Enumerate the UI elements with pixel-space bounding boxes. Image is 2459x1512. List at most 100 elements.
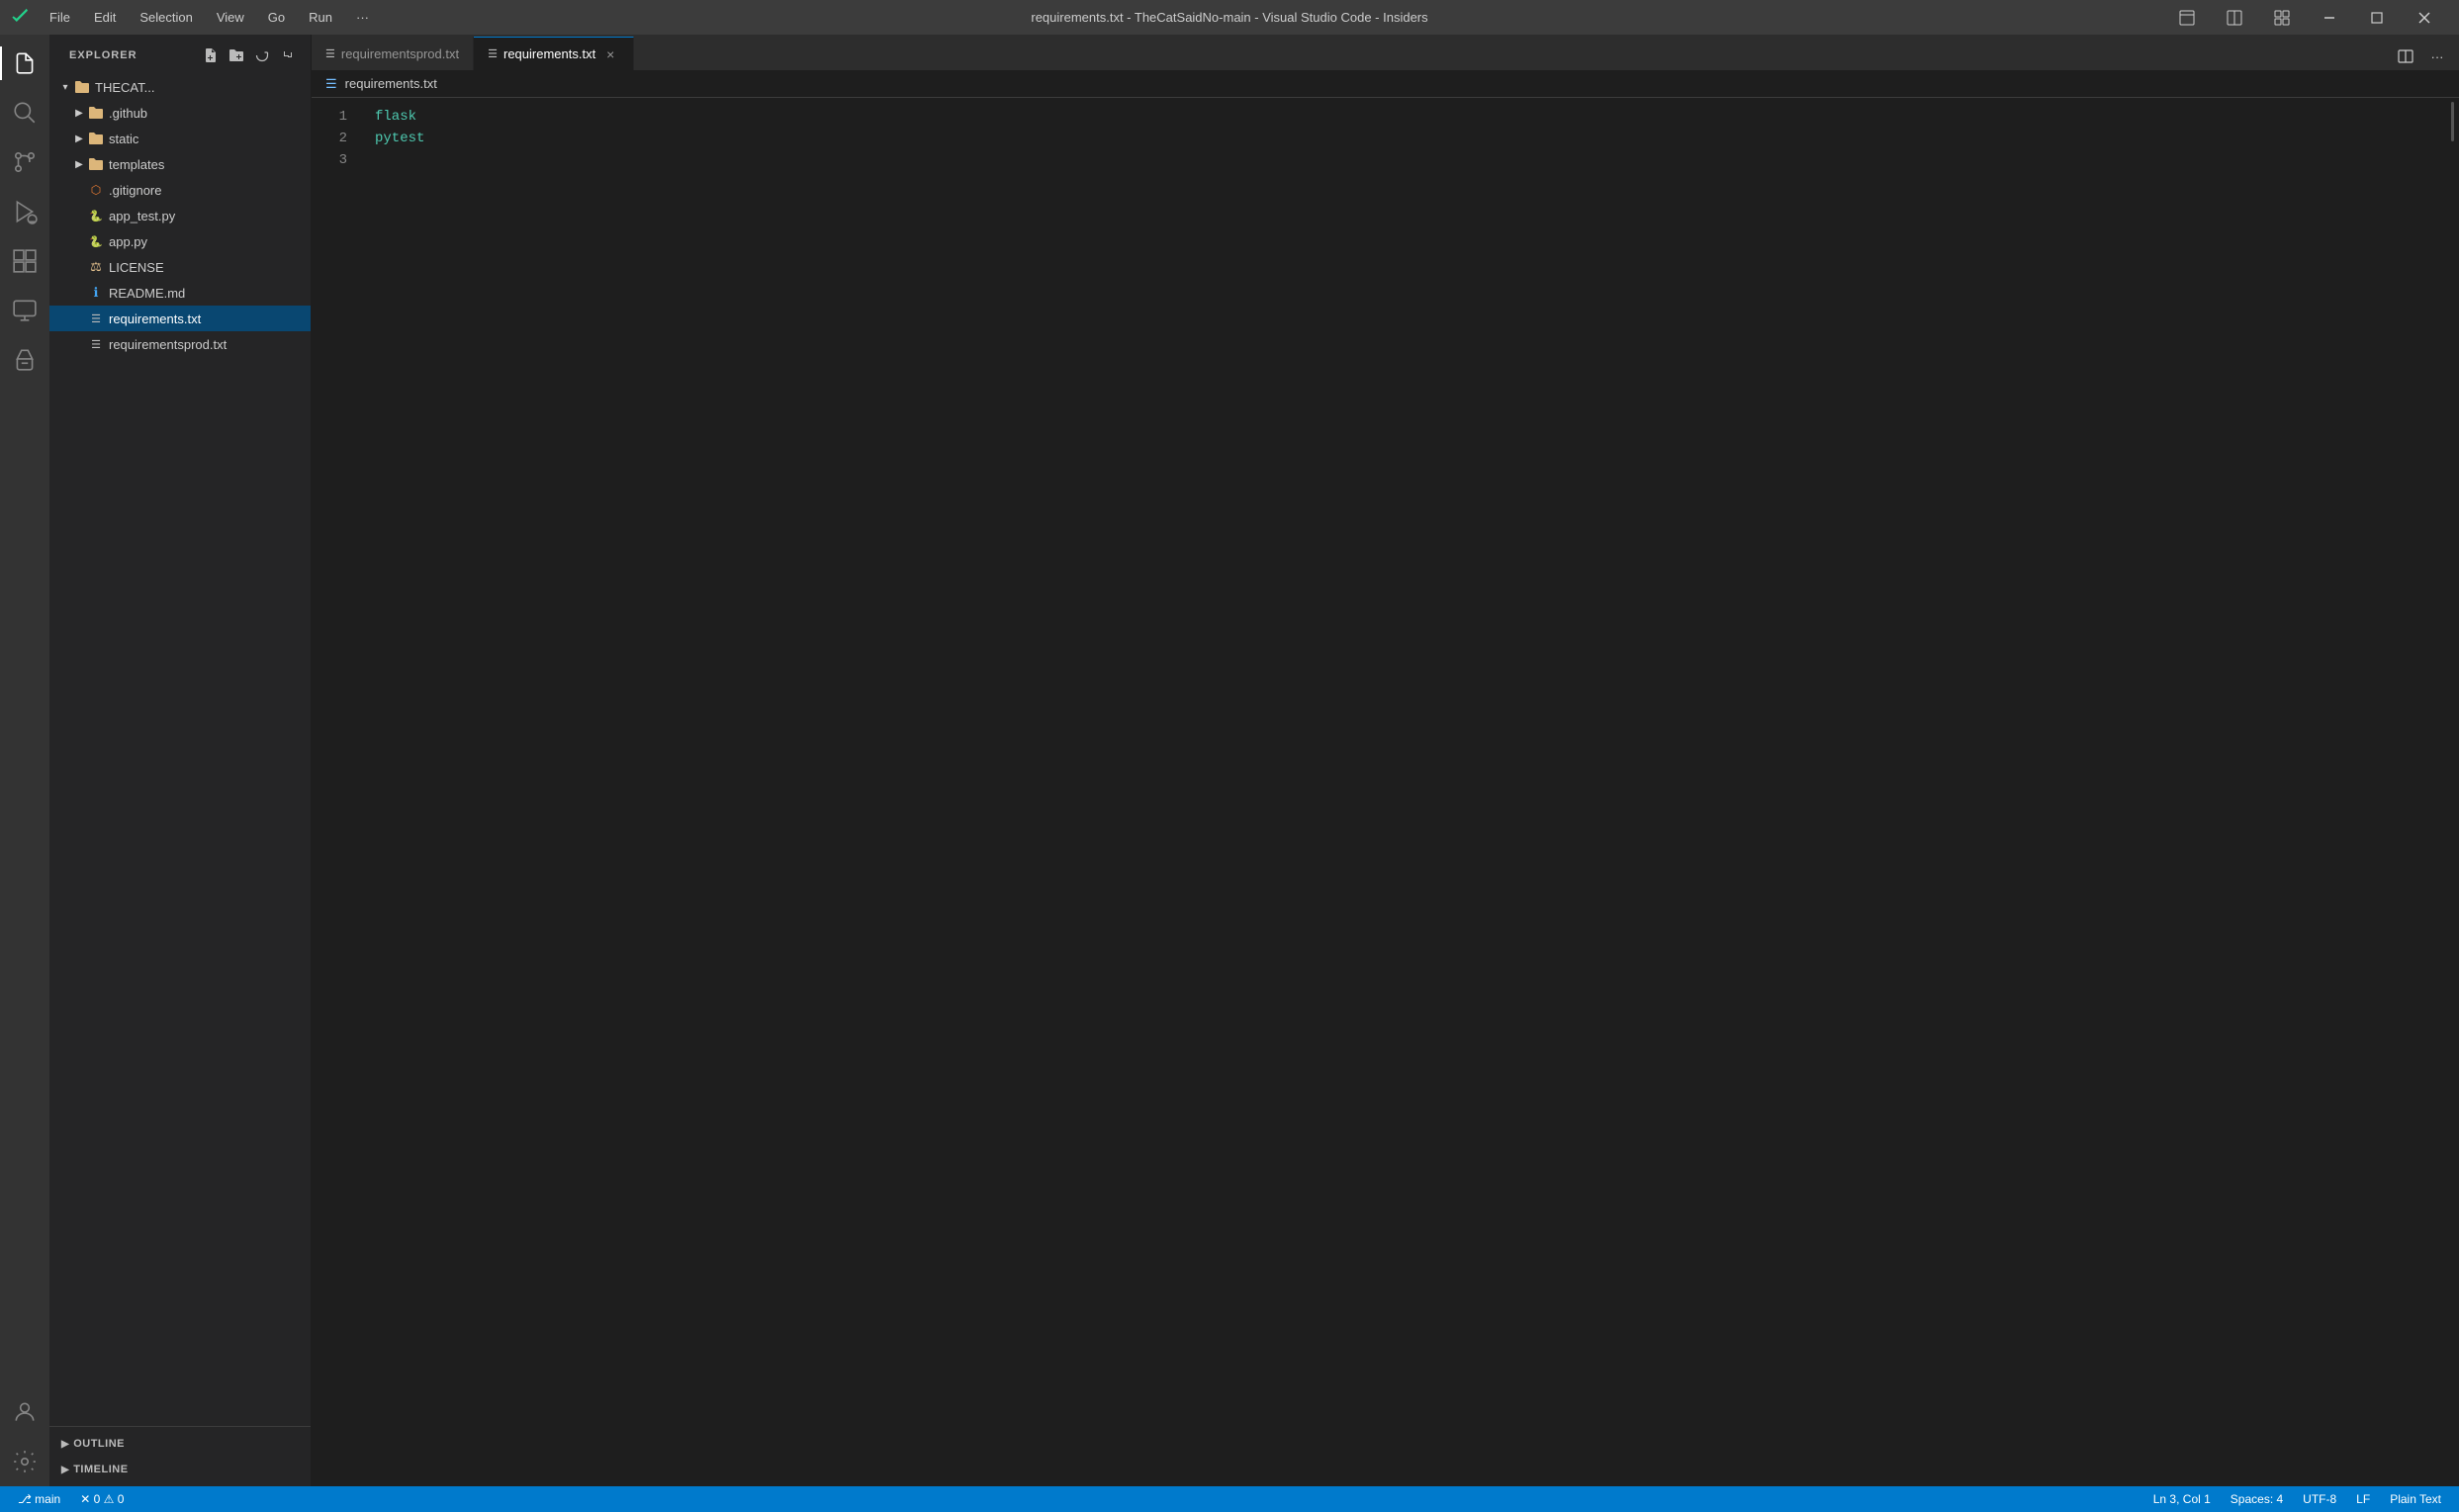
menu-view[interactable]: View xyxy=(207,6,254,29)
tab-requirementsprod-icon: ☰ xyxy=(325,47,335,60)
status-line-col[interactable]: Ln 3, Col 1 xyxy=(2147,1492,2217,1506)
refresh-button[interactable] xyxy=(251,44,273,66)
github-label: .github xyxy=(109,106,311,121)
more-actions-button[interactable]: ··· xyxy=(2423,43,2451,70)
menu-edit[interactable]: Edit xyxy=(84,6,126,29)
tab-requirements-icon: ☰ xyxy=(488,47,498,60)
code-line-3 xyxy=(375,149,2445,171)
menu-go[interactable]: Go xyxy=(258,6,295,29)
activity-run[interactable] xyxy=(0,187,49,236)
tab-close-button[interactable]: × xyxy=(601,45,619,63)
warning-icon: ⚠ xyxy=(104,1492,118,1506)
window-controls xyxy=(2164,0,2447,35)
app-test-icon: 🐍 xyxy=(87,207,105,224)
outline-section[interactable]: ▶ OUTLINE xyxy=(49,1431,311,1457)
timeline-section[interactable]: ▶ TIMELINE xyxy=(49,1457,311,1482)
status-spaces[interactable]: Spaces: 4 xyxy=(2225,1492,2289,1506)
tab-requirementsprod-label: requirementsprod.txt xyxy=(341,46,459,61)
readme-label: README.md xyxy=(109,286,311,301)
code-line-1: flask xyxy=(375,106,2445,128)
status-eol[interactable]: LF xyxy=(2350,1492,2376,1506)
status-language[interactable]: Plain Text xyxy=(2384,1492,2447,1506)
activity-source-control[interactable] xyxy=(0,137,49,187)
breadcrumb-icon: ☰ xyxy=(325,76,337,92)
tab-requirements[interactable]: ☰ requirements.txt × xyxy=(474,37,634,70)
activity-accounts[interactable] xyxy=(0,1387,49,1437)
sidebar-actions xyxy=(200,44,299,66)
requirements-label: requirements.txt xyxy=(109,311,311,326)
breadcrumb: ☰ requirements.txt xyxy=(312,70,2459,98)
status-encoding[interactable]: UTF-8 xyxy=(2297,1492,2342,1506)
file-requirementsprod[interactable]: ▶ ☰ requirementsprod.txt xyxy=(49,331,311,357)
explorer-label: EXPLORER xyxy=(69,49,137,61)
file-app-test[interactable]: ▶ 🐍 app_test.py xyxy=(49,203,311,228)
activity-remote[interactable] xyxy=(0,286,49,335)
status-bar: ⎇ main ✕ 0 ⚠ 0 Ln 3, Col 1 Spaces: 4 UTF… xyxy=(0,1486,2459,1512)
split-editor-button[interactable] xyxy=(2212,0,2257,35)
error-count: 0 xyxy=(94,1492,101,1506)
sidebar: EXPLORER xyxy=(49,35,312,1486)
scrollbar[interactable] xyxy=(2445,98,2459,1486)
file-gitignore[interactable]: ▶ ⬡ .gitignore xyxy=(49,177,311,203)
split-editor-right-button[interactable] xyxy=(2392,43,2419,70)
activity-extensions[interactable] xyxy=(0,236,49,286)
minimize-button[interactable] xyxy=(2307,0,2352,35)
customize-layout-button[interactable] xyxy=(2259,0,2305,35)
file-readme[interactable]: ▶ ℹ README.md xyxy=(49,280,311,306)
outline-arrow: ▶ xyxy=(61,1439,69,1450)
sidebar-header: EXPLORER xyxy=(49,35,311,74)
collapse-all-button[interactable] xyxy=(277,44,299,66)
window-title: requirements.txt - TheCatSaidNo-main - V… xyxy=(1031,10,1427,25)
breadcrumb-filename[interactable]: requirements.txt xyxy=(345,76,437,91)
readme-icon: ℹ xyxy=(87,284,105,302)
status-errors[interactable]: ✕ 0 ⚠ 0 xyxy=(74,1492,130,1506)
menu-file[interactable]: File xyxy=(40,6,80,29)
requirementsprod-label: requirementsprod.txt xyxy=(109,337,311,352)
tab-bar: ☰ requirementsprod.txt ☰ requirements.tx… xyxy=(312,35,2459,70)
code-line-2: pytest xyxy=(375,128,2445,149)
static-arrow: ▶ xyxy=(71,131,87,146)
code-area[interactable]: flask pytest xyxy=(361,98,2445,1486)
activity-explorer[interactable] xyxy=(0,39,49,88)
editor-content[interactable]: 1 2 3 flask pytest xyxy=(312,98,2459,1486)
folder-static[interactable]: ▶ static xyxy=(49,126,311,151)
more-icon: ··· xyxy=(2431,49,2444,64)
close-button[interactable] xyxy=(2402,0,2447,35)
app-py-icon: 🐍 xyxy=(87,232,105,250)
layout-panel-button[interactable] xyxy=(2164,0,2210,35)
root-folder[interactable]: ▾ THECAT... xyxy=(49,74,311,100)
new-file-button[interactable] xyxy=(200,44,222,66)
scrollbar-thumb xyxy=(2451,102,2454,141)
new-folder-button[interactable] xyxy=(226,44,247,66)
github-folder-icon xyxy=(87,104,105,122)
requirements-icon: ☰ xyxy=(87,310,105,327)
templates-folder-icon xyxy=(87,155,105,173)
menu-bar: File Edit Selection View Go Run ··· xyxy=(40,6,379,29)
activity-search[interactable] xyxy=(0,88,49,137)
file-requirements[interactable]: ▶ ☰ requirements.txt xyxy=(49,306,311,331)
gitignore-icon: ⬡ xyxy=(87,181,105,199)
file-app-py[interactable]: ▶ 🐍 app.py xyxy=(49,228,311,254)
status-branch[interactable]: ⎇ main xyxy=(12,1492,66,1506)
line-num-1: 1 xyxy=(312,106,347,128)
requirementsprod-icon: ☰ xyxy=(87,335,105,353)
root-arrow: ▾ xyxy=(57,79,73,95)
file-license[interactable]: ▶ ⚖ LICENSE xyxy=(49,254,311,280)
maximize-button[interactable] xyxy=(2354,0,2400,35)
templates-arrow: ▶ xyxy=(71,156,87,172)
menu-run[interactable]: Run xyxy=(299,6,342,29)
timeline-arrow: ▶ xyxy=(61,1465,69,1475)
folder-github[interactable]: ▶ .github xyxy=(49,100,311,126)
activity-testing[interactable] xyxy=(0,335,49,385)
menu-more[interactable]: ··· xyxy=(346,6,379,29)
tab-requirements-label: requirements.txt xyxy=(503,46,595,61)
gitignore-label: .gitignore xyxy=(109,183,311,198)
tab-requirementsprod[interactable]: ☰ requirementsprod.txt xyxy=(312,37,474,70)
branch-icon: ⎇ xyxy=(18,1492,35,1506)
tab-actions: ··· xyxy=(2392,43,2459,70)
folder-templates[interactable]: ▶ templates xyxy=(49,151,311,177)
license-icon: ⚖ xyxy=(87,258,105,276)
menu-selection[interactable]: Selection xyxy=(130,6,202,29)
file-tree: ▾ THECAT... ▶ .github xyxy=(49,74,311,1426)
activity-settings[interactable] xyxy=(0,1437,49,1486)
